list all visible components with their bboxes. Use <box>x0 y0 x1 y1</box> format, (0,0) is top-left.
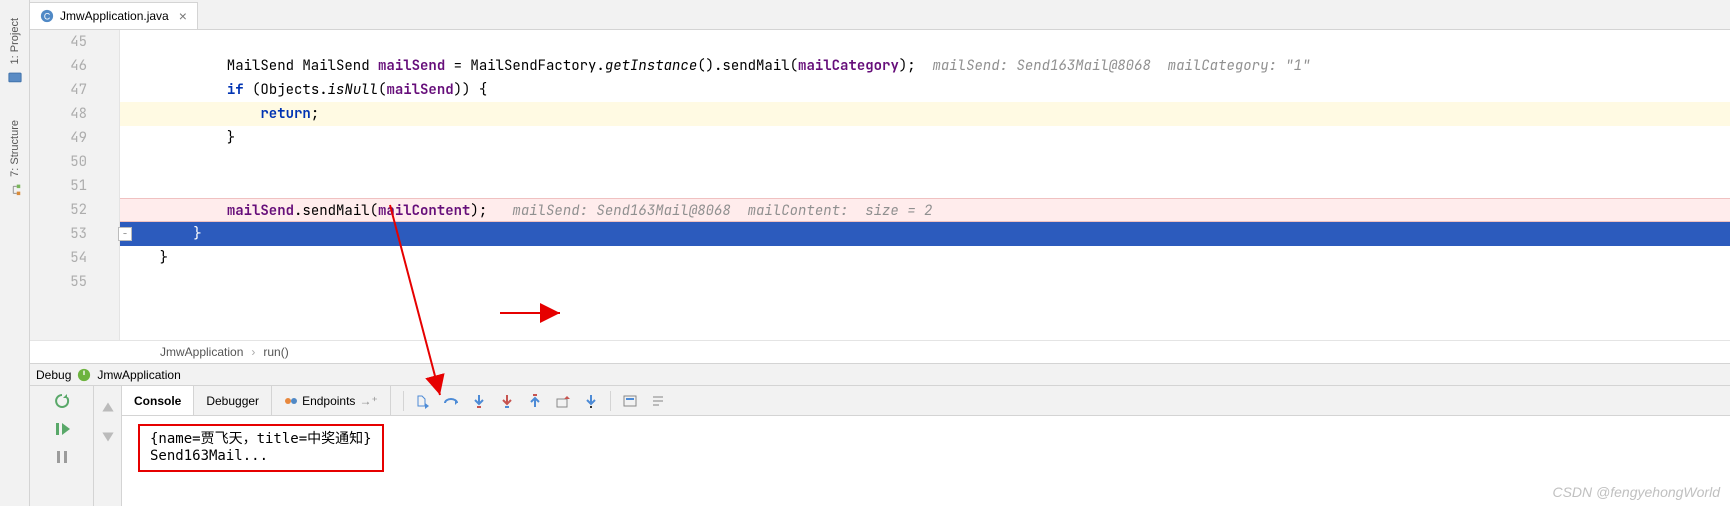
structure-icon <box>8 183 22 197</box>
step-toolbar <box>391 386 671 415</box>
step-into-button[interactable] <box>466 387 492 415</box>
line-number: 54 <box>30 246 87 270</box>
debug-tool-header[interactable]: Debug JmwApplication <box>30 364 1730 386</box>
code-lines[interactable]: MailSend MailSend mailSend = MailSendFac… <box>120 30 1730 340</box>
line-number: 47 <box>30 78 87 102</box>
code-line: if (Objects.isNull(mailSend)) { <box>120 78 1730 102</box>
breadcrumb-class[interactable]: JmwApplication <box>160 345 243 359</box>
inline-hint: mailSend: Send163Mail@8068 mailCategory:… <box>916 57 1311 75</box>
pause-icon[interactable] <box>53 448 71 466</box>
endpoints-icon <box>284 394 298 408</box>
drop-frame-button[interactable] <box>550 387 576 415</box>
project-icon <box>8 70 22 84</box>
java-class-icon: C <box>40 9 54 23</box>
trace-button[interactable] <box>645 387 671 415</box>
line-number: 50 <box>30 150 87 174</box>
breadcrumb-method[interactable]: run() <box>263 345 288 359</box>
line-number: 52 <box>30 198 87 222</box>
code-line: MailSend MailSend mailSend = MailSendFac… <box>120 54 1730 78</box>
console-output[interactable]: {name=贾飞天，title=中奖通知} Send163Mail... <box>122 416 1730 506</box>
show-execution-point-button[interactable] <box>410 387 436 415</box>
code-line <box>120 270 1730 294</box>
line-number: 51 <box>30 174 87 198</box>
svg-text:C: C <box>44 12 50 22</box>
debug-left-toolbar <box>30 386 94 506</box>
evaluate-expression-button[interactable] <box>617 387 643 415</box>
scroll-down-icon[interactable] <box>99 428 117 446</box>
tab-endpoints[interactable]: Endpoints →⁺ <box>272 386 391 415</box>
debug-nav-toolbar <box>94 386 122 506</box>
line-number: 55 <box>30 270 87 294</box>
console-line: Send163Mail... <box>150 448 372 464</box>
tab-debugger[interactable]: Debugger <box>194 386 272 415</box>
file-tab-label: JmwApplication.java <box>60 9 169 23</box>
code-line: } <box>120 246 1730 270</box>
line-number: 48 <box>30 102 87 126</box>
spring-boot-icon <box>77 368 91 382</box>
step-out-button[interactable] <box>522 387 548 415</box>
code-line <box>120 150 1730 174</box>
structure-tab-label: 7: Structure <box>9 120 21 177</box>
step-over-button[interactable] <box>438 387 464 415</box>
structure-tool-tab[interactable]: 7: Structure <box>6 106 24 211</box>
close-icon[interactable]: × <box>179 8 187 24</box>
annotation-highlight-box: {name=贾飞天，title=中奖通知} Send163Mail... <box>138 424 384 472</box>
project-tab-label: 1: Project <box>9 18 21 64</box>
debug-tabs: Console Debugger Endpoints →⁺ <box>122 386 1730 416</box>
tab-console[interactable]: Console <box>122 386 194 415</box>
chevron-right-icon: › <box>251 345 255 359</box>
line-number: 46 <box>30 54 87 78</box>
left-tool-rail: 1: Project 7: Structure <box>0 0 30 506</box>
line-number: 49 <box>30 126 87 150</box>
project-tool-tab[interactable]: 1: Project <box>6 4 24 98</box>
code-line: } <box>120 126 1730 150</box>
debug-panel: Console Debugger Endpoints →⁺ <box>30 386 1730 506</box>
inline-hint: mailSend: Send163Mail@8068 mailContent: … <box>487 202 932 220</box>
scroll-up-icon[interactable] <box>99 398 117 416</box>
editor-tabs: C JmwApplication.java × <box>30 0 1730 30</box>
collapse-icon[interactable]: − <box>118 227 132 241</box>
code-editor[interactable]: 45 46 47 48 49 50 51 52 53 54 55 MailSen… <box>30 30 1730 340</box>
force-step-into-button[interactable] <box>494 387 520 415</box>
gutter: 45 46 47 48 49 50 51 52 53 54 55 <box>30 30 120 340</box>
code-line-selected: − } <box>120 222 1730 246</box>
resume-icon[interactable] <box>53 420 71 438</box>
breadcrumb: JmwApplication › run() <box>30 340 1730 364</box>
file-tab-jmwapplication[interactable]: C JmwApplication.java × <box>30 2 198 29</box>
code-line <box>120 30 1730 54</box>
debug-config-name: JmwApplication <box>97 368 180 382</box>
line-number: 45 <box>30 30 87 54</box>
console-line: {name=贾飞天，title=中奖通知} <box>150 428 372 448</box>
code-line-current: mailSend.sendMail(mailContent); mailSend… <box>120 198 1730 222</box>
run-to-cursor-button[interactable] <box>578 387 604 415</box>
debug-label: Debug <box>36 368 71 382</box>
line-number: 53 <box>30 222 87 246</box>
code-line <box>120 174 1730 198</box>
code-line: return; <box>120 102 1730 126</box>
rerun-icon[interactable] <box>53 392 71 410</box>
